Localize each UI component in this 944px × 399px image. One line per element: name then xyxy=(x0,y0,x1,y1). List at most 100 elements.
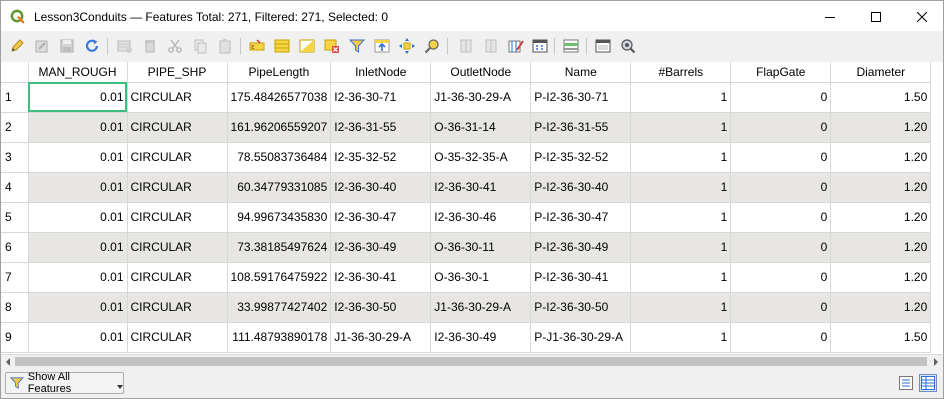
delete-selected-button[interactable] xyxy=(141,37,159,55)
cell-diameter[interactable]: 1.50 xyxy=(830,322,932,353)
cell-man-rough[interactable]: 0.01 xyxy=(28,292,128,323)
select-all-button[interactable] xyxy=(273,37,291,55)
cell-man-rough[interactable]: 0.01 xyxy=(28,232,128,263)
cell-barrels[interactable]: 1 xyxy=(630,202,732,233)
organize-columns-button[interactable] xyxy=(507,37,525,55)
new-field-button[interactable] xyxy=(457,37,475,55)
cell-diameter[interactable]: 1.50 xyxy=(830,82,932,113)
scroll-right-button[interactable] xyxy=(929,355,943,368)
cell-inletnode[interactable]: I2-36-30-41 xyxy=(330,262,432,293)
cell-pipelength[interactable]: 94.99673435830 xyxy=(227,202,332,233)
pan-map-to-selection-button[interactable] xyxy=(398,37,416,55)
cell-pipelength[interactable]: 73.38185497624 xyxy=(227,232,332,263)
cell-barrels[interactable]: 1 xyxy=(630,292,732,323)
toggle-editing-button[interactable] xyxy=(8,37,26,55)
cell-man-rough[interactable]: 0.01 xyxy=(28,172,128,203)
cell-pipelength[interactable]: 108.59176475922 xyxy=(227,262,332,293)
cell-outletnode[interactable]: J1-36-30-29-A xyxy=(430,82,532,113)
cell-pipelength[interactable]: 175.48426577038 xyxy=(227,82,332,113)
row-header[interactable]: 7 xyxy=(1,262,29,293)
save-edits-button[interactable] xyxy=(58,37,76,55)
form-view-button[interactable] xyxy=(897,374,915,392)
table-row[interactable]: 3 0.01 CIRCULAR 78.55083736484 I2-35-32-52 O-… xyxy=(1,142,932,173)
invert-selection-button[interactable] xyxy=(298,37,316,55)
maximize-button[interactable] xyxy=(853,1,899,32)
cell-pipelength[interactable]: 111.48793890178 xyxy=(227,322,332,353)
field-calculator-button[interactable] xyxy=(531,37,549,55)
cut-button[interactable] xyxy=(166,37,184,55)
scrollbar-thumb[interactable] xyxy=(15,357,927,366)
table-row[interactable]: 7 0.01 CIRCULAR 108.59176475922 I2-36-30-41 O… xyxy=(1,262,932,293)
cell-inletnode[interactable]: I2-36-30-40 xyxy=(330,172,432,203)
conditional-formatting-button[interactable] xyxy=(562,37,580,55)
table-row[interactable]: 6 0.01 CIRCULAR 73.38185497624 I2-36-30-49 O-… xyxy=(1,232,932,263)
cell-outletnode[interactable]: O-35-32-35-A xyxy=(430,142,532,173)
row-header[interactable]: 6 xyxy=(1,232,29,263)
cell-barrels[interactable]: 1 xyxy=(630,322,732,353)
column-header-man-rough[interactable]: MAN_ROUGH xyxy=(28,62,128,83)
cell-flapgate[interactable]: 0 xyxy=(730,292,832,323)
cell-pipelength[interactable]: 78.55083736484 xyxy=(227,142,332,173)
cell-pipelength[interactable]: 60.34779331085 xyxy=(227,172,332,203)
cell-name[interactable]: P-I2-36-30-71 xyxy=(530,82,632,113)
toggle-multi-edit-button[interactable] xyxy=(33,37,51,55)
cell-pipelength[interactable]: 161.96206559207 xyxy=(227,112,332,143)
column-header-inletnode[interactable]: InletNode xyxy=(330,62,432,83)
cell-outletnode[interactable]: J1-36-30-29-A xyxy=(430,292,532,323)
cell-name[interactable]: P-J1-36-30-29-A xyxy=(530,322,632,353)
cell-diameter[interactable]: 1.20 xyxy=(830,262,932,293)
cell-pipe-shp[interactable]: CIRCULAR xyxy=(127,142,228,173)
cell-pipe-shp[interactable]: CIRCULAR xyxy=(127,82,228,113)
cell-inletnode[interactable]: I2-35-32-52 xyxy=(330,142,432,173)
select-by-expression-button[interactable]: ε xyxy=(248,37,266,55)
cell-barrels[interactable]: 1 xyxy=(630,112,732,143)
table-row[interactable]: 4 0.01 CIRCULAR 60.34779331085 I2-36-30-40 I2… xyxy=(1,172,932,203)
cell-barrels[interactable]: 1 xyxy=(630,172,732,203)
cell-name[interactable]: P-I2-35-32-52 xyxy=(530,142,632,173)
cell-inletnode[interactable]: J1-36-30-29-A xyxy=(330,322,432,353)
table-row[interactable]: 1 0.01 CIRCULAR 175.48426577038 I2-36-30-71 J… xyxy=(1,82,932,113)
cell-outletnode[interactable]: O-36-30-11 xyxy=(430,232,532,263)
cell-inletnode[interactable]: I2-36-30-49 xyxy=(330,232,432,263)
row-header[interactable]: 3 xyxy=(1,142,29,173)
cell-barrels[interactable]: 1 xyxy=(630,142,732,173)
cell-diameter[interactable]: 1.20 xyxy=(830,232,932,263)
cell-pipe-shp[interactable]: CIRCULAR xyxy=(127,232,228,263)
row-header[interactable]: 4 xyxy=(1,172,29,203)
cell-inletnode[interactable]: I2-36-30-71 xyxy=(330,82,432,113)
cell-outletnode[interactable]: O-36-31-14 xyxy=(430,112,532,143)
cell-name[interactable]: P-I2-36-30-41 xyxy=(530,262,632,293)
column-header-name[interactable]: Name xyxy=(530,62,632,83)
cell-flapgate[interactable]: 0 xyxy=(730,172,832,203)
table-row[interactable]: 2 0.01 CIRCULAR 161.96206559207 I2-36-31-55 O… xyxy=(1,112,932,143)
table-row[interactable]: 9 0.01 CIRCULAR 111.48793890178 J1-36-30-29-… xyxy=(1,322,932,353)
cell-man-rough[interactable]: 0.01 xyxy=(28,142,128,173)
cell-man-rough[interactable]: 0.01 xyxy=(28,322,128,353)
cell-pipe-shp[interactable]: CIRCULAR xyxy=(127,322,228,353)
horizontal-scrollbar[interactable] xyxy=(0,354,944,368)
cell-man-rough[interactable]: 0.01 xyxy=(28,262,128,293)
minimize-button[interactable] xyxy=(807,1,853,32)
cell-flapgate[interactable]: 0 xyxy=(730,322,832,353)
row-header[interactable]: 8 xyxy=(1,292,29,323)
cell-pipe-shp[interactable]: CIRCULAR xyxy=(127,172,228,203)
cell-diameter[interactable]: 1.20 xyxy=(830,172,932,203)
cell-name[interactable]: P-I2-36-30-47 xyxy=(530,202,632,233)
delete-field-button[interactable] xyxy=(482,37,500,55)
table-view-button[interactable] xyxy=(919,374,937,392)
cell-inletnode[interactable]: I2-36-30-47 xyxy=(330,202,432,233)
cell-flapgate[interactable]: 0 xyxy=(730,82,832,113)
cell-pipe-shp[interactable]: CIRCULAR xyxy=(127,262,228,293)
column-header-diameter[interactable]: Diameter xyxy=(830,62,932,83)
cell-barrels[interactable]: 1 xyxy=(630,232,732,263)
corner-header[interactable] xyxy=(1,62,29,83)
cell-man-rough[interactable]: 0.01 xyxy=(28,202,128,233)
column-header-pipelength[interactable]: PipeLength xyxy=(227,62,332,83)
cell-flapgate[interactable]: 0 xyxy=(730,262,832,293)
column-header-flapgate[interactable]: FlapGate xyxy=(730,62,832,83)
row-header[interactable]: 2 xyxy=(1,112,29,143)
cell-diameter[interactable]: 1.20 xyxy=(830,142,932,173)
move-selection-top-button[interactable] xyxy=(373,37,391,55)
cell-diameter[interactable]: 1.20 xyxy=(830,112,932,143)
scroll-left-button[interactable] xyxy=(1,355,15,368)
